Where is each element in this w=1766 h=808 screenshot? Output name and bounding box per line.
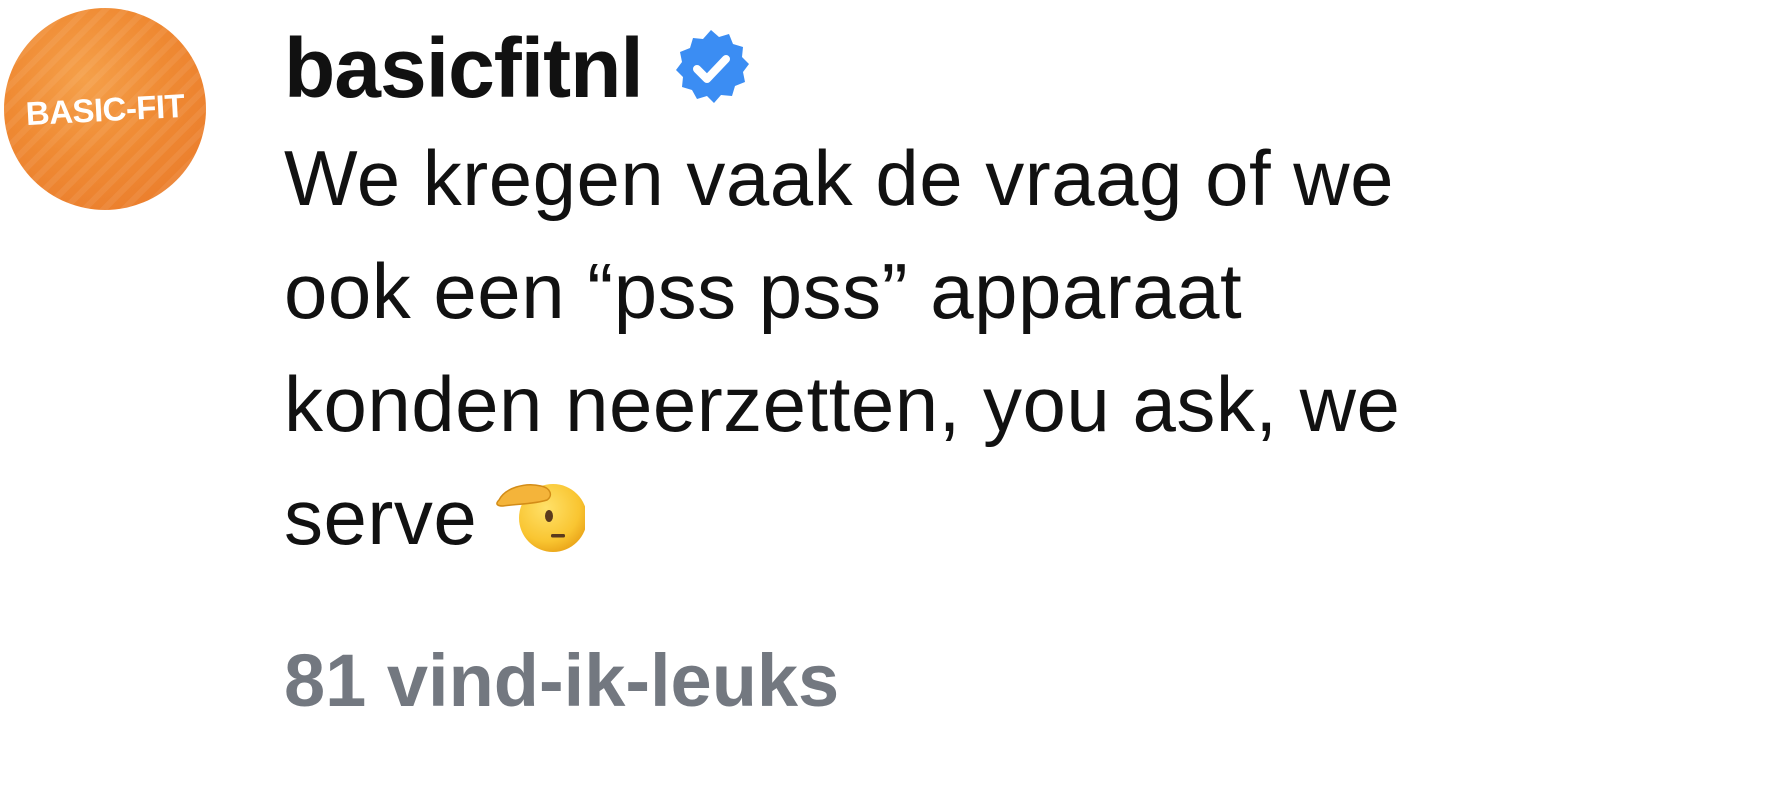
post-caption: We kregen vaak de vraag of we ook een “p… xyxy=(284,122,1766,574)
basic-fit-logo: BASIC-FIT xyxy=(25,87,186,132)
caption-line: ook een “pss pss” apparaat xyxy=(284,247,1243,335)
username-link[interactable]: basicfitnl xyxy=(284,18,644,118)
verified-badge-icon xyxy=(675,30,749,103)
profile-avatar[interactable]: BASIC-FIT xyxy=(4,8,206,210)
post-header: basicfitnl xyxy=(284,18,751,118)
avatar-logo-text: BASIC-FIT xyxy=(25,87,186,132)
caption-line-text: serve xyxy=(284,473,478,561)
caption-line: konden neerzetten, you ask, we xyxy=(284,360,1401,448)
caption-line: We kregen vaak de vraag of we xyxy=(284,134,1395,222)
post-caption-block: BASIC-FIT basicfitnl We kregen vaak de v… xyxy=(0,0,1766,808)
saluting-face-emoji xyxy=(496,484,586,552)
caption-line-last: serve xyxy=(284,461,1766,574)
likes-count[interactable]: 81 vind-ik-leuks xyxy=(284,636,839,726)
